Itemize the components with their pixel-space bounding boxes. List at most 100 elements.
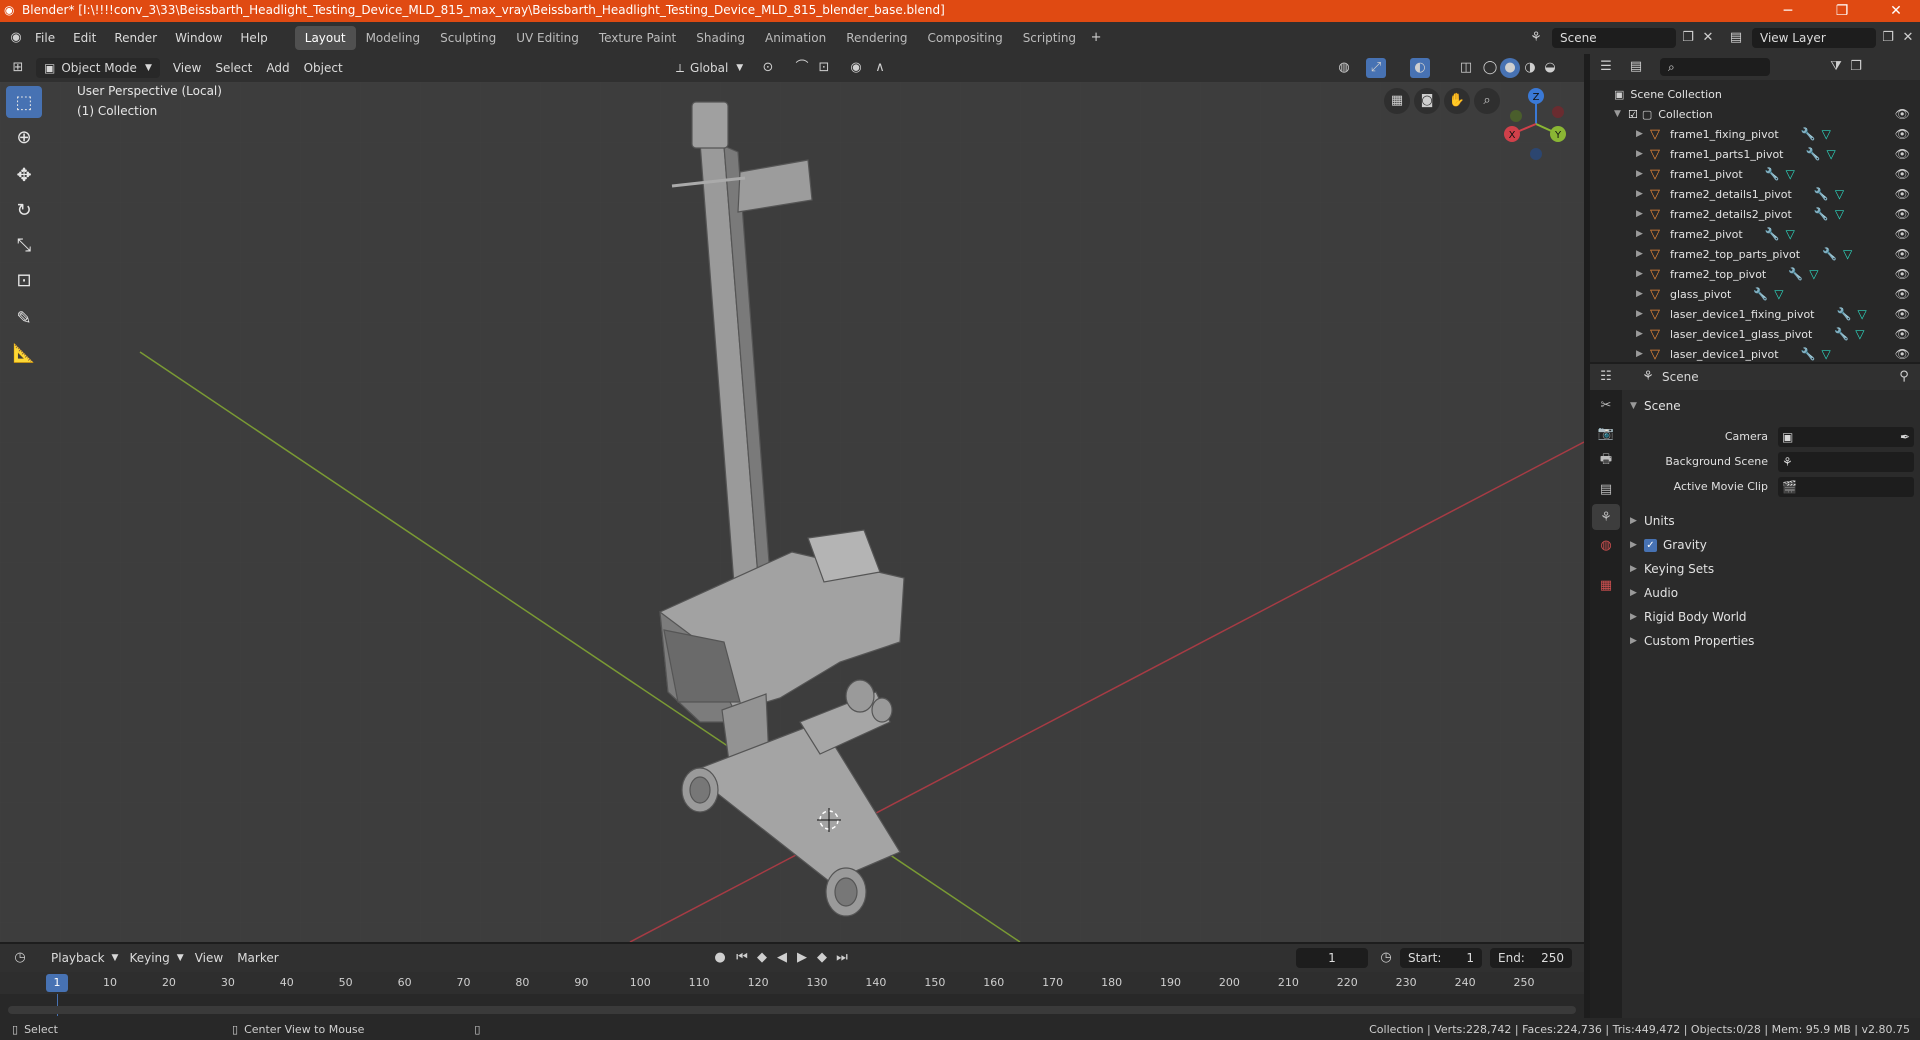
expand-icon[interactable]: ▶ [1636,309,1650,319]
view-layer-icon[interactable]: ▤ [1726,28,1746,48]
filter-icon[interactable]: ⧩ [1826,57,1846,77]
snap-icon[interactable]: ⌒ [792,58,812,78]
pan-view-icon[interactable]: ✋ [1444,88,1470,114]
outliner-row-item[interactable]: ▶ ▽ frame1_fixing_pivot 🔧 ▽ 👁 [1590,124,1920,144]
tab-sculpting[interactable]: Sculpting [430,26,506,50]
collapse-icon[interactable]: ▼ [1614,109,1628,119]
menu-keying[interactable]: Keying [122,948,176,968]
camera-field[interactable]: ▣ ✒ [1777,426,1914,447]
tab-compositing[interactable]: Compositing [917,26,1012,50]
current-frame-field[interactable]: 1 [1296,948,1368,968]
new-collection-icon[interactable]: ❐ [1846,57,1866,77]
eye-icon[interactable]: 👁 [1895,127,1910,141]
outliner-search-input[interactable]: ⌕ [1660,58,1770,76]
end-frame-field[interactable]: End: 250 [1490,948,1572,968]
timeline-editor-icon[interactable]: ◷ [10,948,30,968]
new-view-layer-icon[interactable]: ❐ [1878,28,1898,48]
visibility-icon[interactable]: ◍ [1334,58,1354,78]
select-box-tool-icon[interactable]: ⬚ [6,86,42,118]
menu-select[interactable]: Select [208,58,259,78]
navigation-gizmo[interactable]: Z Y X [1496,82,1576,162]
outliner-row-item[interactable]: ▶ ▽ frame1_parts1_pivot 🔧 ▽ 👁 [1590,144,1920,164]
outliner-row-item[interactable]: ▶ ▽ frame1_pivot 🔧 ▽ 👁 [1590,164,1920,184]
expand-icon[interactable]: ▶ [1636,169,1650,179]
delete-scene-icon[interactable]: ✕ [1698,28,1718,48]
gizmo-toggle-icon[interactable]: ⤢ [1366,58,1386,78]
outliner-editor-icon[interactable]: ☰ [1596,57,1616,77]
panel-gravity[interactable]: ▶ ✓ Gravity [1630,533,1914,557]
outliner-row-item[interactable]: ▶ ▽ laser_device1_fixing_pivot 🔧 ▽ 👁 [1590,304,1920,324]
expand-icon[interactable]: ▶ [1636,129,1650,139]
expand-icon[interactable]: ▶ [1636,349,1650,359]
expand-icon[interactable]: ▶ [1636,249,1650,259]
cursor-tool-icon[interactable]: ⊕ [6,121,42,153]
clock-icon[interactable]: ◷ [1376,948,1396,968]
tab-shading[interactable]: Shading [686,26,755,50]
delete-view-layer-icon[interactable]: ✕ [1898,28,1918,48]
display-mode-icon[interactable]: ▤ [1626,57,1646,77]
panel-custom-properties[interactable]: ▶ Custom Properties [1630,629,1914,653]
eye-icon[interactable]: 👁 [1895,227,1910,241]
outliner-row-item[interactable]: ▶ ▽ frame2_pivot 🔧 ▽ 👁 [1590,224,1920,244]
scale-tool-icon[interactable]: ⤡ [6,229,42,261]
jump-start-icon[interactable]: ⏮ [732,948,752,968]
texture-tab-icon[interactable]: ▦ [1592,572,1620,598]
proportional-edit-icon[interactable]: ◉ [846,58,866,78]
snap-target-icon[interactable]: ⊡ [814,58,834,78]
eye-icon[interactable]: 👁 [1895,207,1910,221]
menu-add[interactable]: Add [259,58,296,78]
rotate-tool-icon[interactable]: ↻ [6,194,42,226]
scene-tab-icon[interactable]: ⚘ [1592,504,1620,530]
expand-icon[interactable]: ▶ [1636,289,1650,299]
start-frame-field[interactable]: Start: 1 [1400,948,1482,968]
panel-keying-sets[interactable]: ▶ Keying Sets [1630,557,1914,581]
transform-tool-icon[interactable]: ⊡ [6,264,42,296]
eyedropper-icon[interactable]: ✒ [1900,430,1910,444]
new-scene-icon[interactable]: ❐ [1678,28,1698,48]
outliner-row-item[interactable]: ▶ ▽ laser_device1_pivot 🔧 ▽ 👁 [1590,344,1920,364]
material-shading-icon[interactable]: ◑ [1520,58,1540,78]
checkbox-icon[interactable]: ☑ [1628,108,1638,121]
outliner-row-collection[interactable]: ▼ ☑ ▢ Collection 👁 [1590,104,1920,124]
play-icon[interactable]: ▶ [792,948,812,968]
panel-units[interactable]: ▶ Units [1630,509,1914,533]
eye-icon[interactable]: 👁 [1895,347,1910,361]
measure-tool-icon[interactable]: 📐 [6,337,42,369]
eye-icon[interactable]: 👁 [1895,287,1910,301]
transform-orientation-dropdown[interactable]: ⟂ Global ▼ [668,58,752,78]
menu-edit[interactable]: Edit [64,22,105,54]
outliner-row-scene-collection[interactable]: ▣ Scene Collection [1590,84,1920,104]
panel-rigid-body-world[interactable]: ▶ Rigid Body World [1630,605,1914,629]
tool-tab-icon[interactable]: ✂ [1592,392,1620,418]
3d-viewport[interactable]: User Perspective (Local) (1) Collection … [0,82,1584,942]
menu-timeline-view[interactable]: View [188,948,230,968]
tab-scripting[interactable]: Scripting [1013,26,1086,50]
tab-texture-paint[interactable]: Texture Paint [589,26,686,50]
rendered-shading-icon[interactable]: ◒ [1540,58,1560,78]
outliner-row-item[interactable]: ▶ ▽ frame2_details2_pivot 🔧 ▽ 👁 [1590,204,1920,224]
panel-audio[interactable]: ▶ Audio [1630,581,1914,605]
scene-icon[interactable]: ⚘ [1526,28,1546,48]
tab-modeling[interactable]: Modeling [356,26,431,50]
view-layer-tab-icon[interactable]: ▤ [1592,476,1620,502]
eye-icon[interactable]: 👁 [1895,187,1910,201]
tab-uv-editing[interactable]: UV Editing [506,26,589,50]
maximize-button[interactable]: ❐ [1820,0,1864,22]
menu-render[interactable]: Render [105,22,166,54]
outliner-row-item[interactable]: ▶ ▽ frame2_top_parts_pivot 🔧 ▽ 👁 [1590,244,1920,264]
solid-shading-icon[interactable]: ● [1500,58,1520,78]
next-keyframe-icon[interactable]: ◆ [812,948,832,968]
eye-icon[interactable]: 👁 [1895,147,1910,161]
mode-dropdown[interactable]: ▣ Object Mode ▼ [36,58,160,78]
eye-icon[interactable]: 👁 [1895,307,1910,321]
menu-view[interactable]: View [166,58,208,78]
falloff-icon[interactable]: ∧ [870,58,890,78]
annotate-tool-icon[interactable]: ✎ [6,302,42,334]
outliner-row-item[interactable]: ▶ ▽ laser_device1_glass_pivot 🔧 ▽ 👁 [1590,324,1920,344]
expand-icon[interactable]: ▶ [1636,269,1650,279]
prev-keyframe-icon[interactable]: ◆ [752,948,772,968]
menu-help[interactable]: Help [231,22,276,54]
expand-icon[interactable]: ▶ [1636,189,1650,199]
timeline-scrollbar[interactable] [8,1006,1576,1014]
add-workspace-icon[interactable]: + [1086,28,1106,48]
